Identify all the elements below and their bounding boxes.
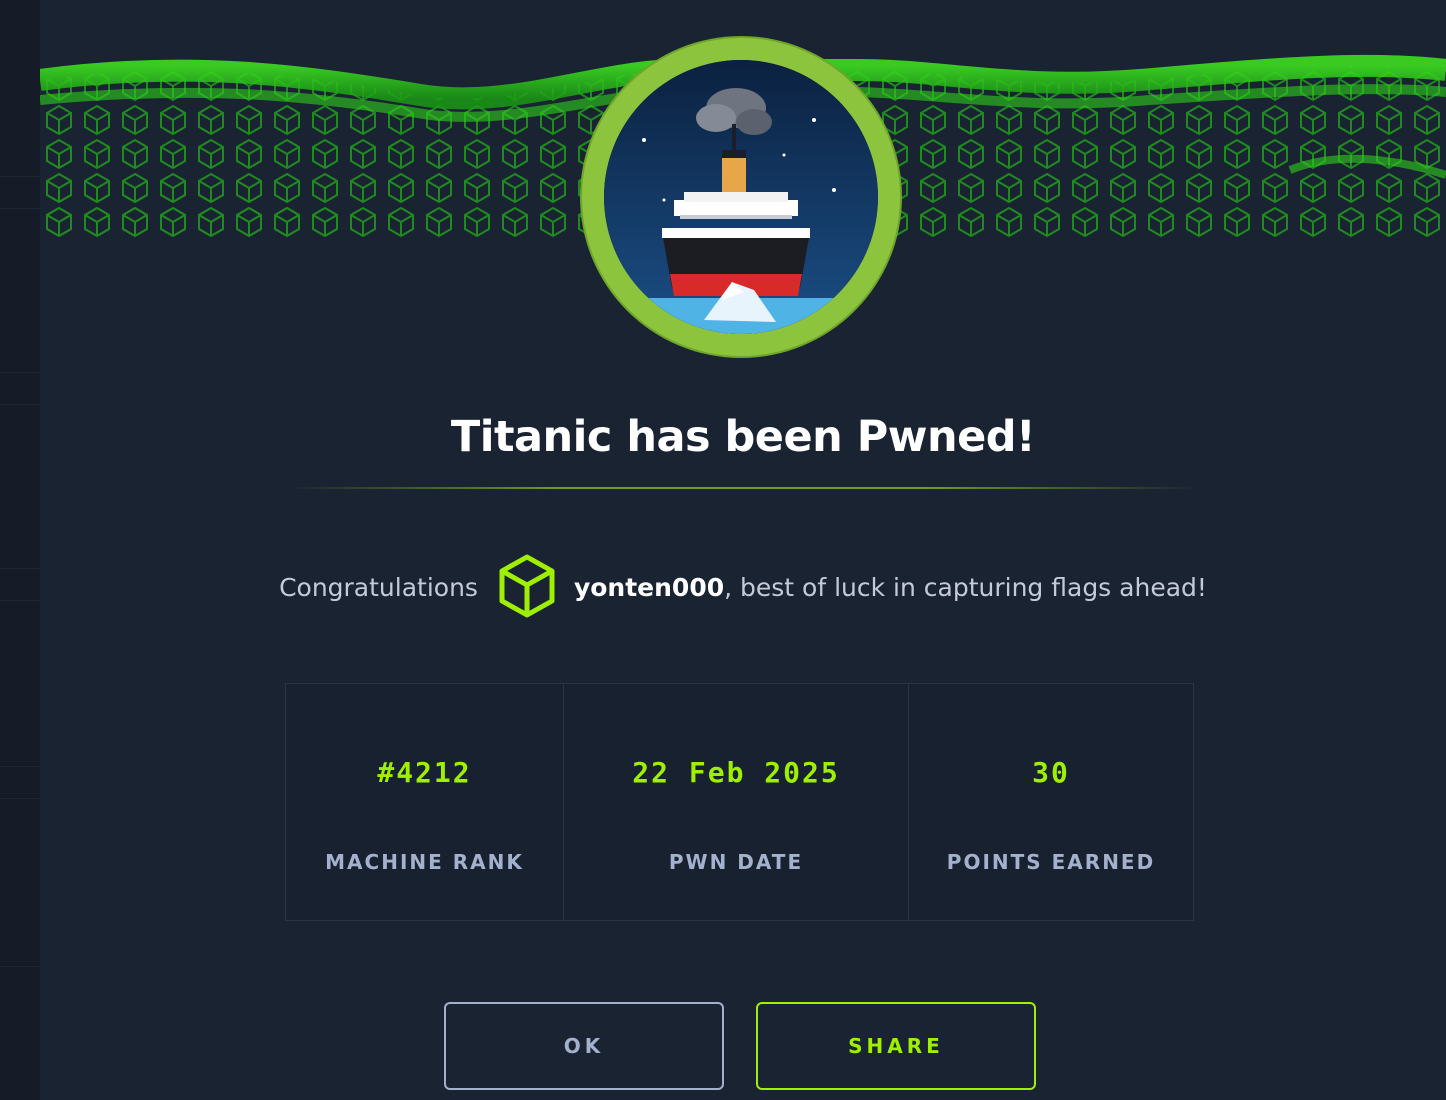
stat-points-earned: 30 POINTS EARNED [909, 684, 1193, 920]
machine-avatar [582, 38, 900, 356]
username[interactable]: yonten000 [574, 573, 724, 602]
stat-label: MACHINE RANK [325, 850, 524, 874]
congrats-suffix: , best of luck in capturing flags ahead! [724, 572, 1207, 602]
background-side-panel [0, 0, 40, 1100]
stats-table: #4212 MACHINE RANK 22 Feb 2025 PWN DATE … [285, 683, 1194, 921]
congrats-prefix: Congratulations [279, 572, 478, 602]
stat-machine-rank: #4212 MACHINE RANK [286, 684, 564, 920]
ship-icebreaker-icon [604, 60, 878, 334]
hackthebox-cube-icon [496, 553, 558, 621]
stat-value: 22 Feb 2025 [632, 756, 840, 789]
stat-pwn-date: 22 Feb 2025 PWN DATE [564, 684, 909, 920]
stat-label: PWN DATE [668, 850, 804, 874]
title-divider [286, 487, 1200, 489]
ok-button[interactable]: OK [444, 1002, 724, 1090]
congrats-message: Congratulations yonten000 , best of luck… [40, 552, 1446, 622]
page-title: Titanic has been Pwned! [450, 412, 1036, 462]
stat-label: POINTS EARNED [946, 850, 1156, 874]
stat-value: #4212 [377, 756, 472, 789]
stat-value: 30 [1032, 756, 1070, 789]
pwned-modal: Titanic has been Pwned! Congratulations … [40, 0, 1446, 1100]
share-button[interactable]: SHARE [756, 1002, 1036, 1090]
